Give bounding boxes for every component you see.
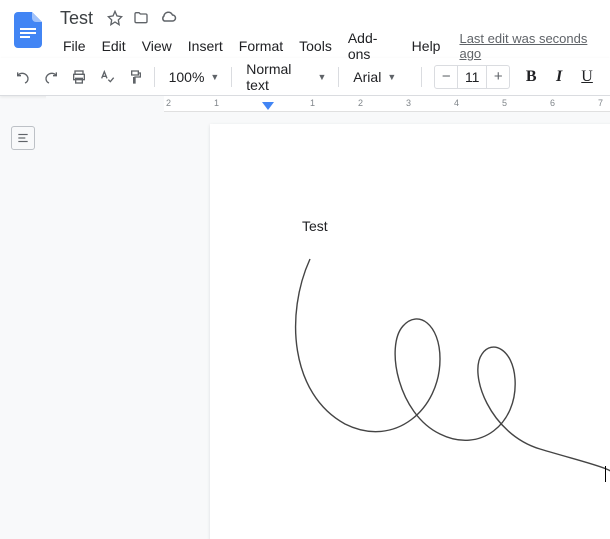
document-page[interactable]: Test [210, 124, 610, 539]
menu-help[interactable]: Help [405, 35, 448, 57]
chevron-down-icon: ▼ [387, 72, 396, 82]
toolbar-separator [421, 67, 422, 87]
menu-addons[interactable]: Add-ons [341, 27, 403, 65]
menu-view[interactable]: View [135, 35, 179, 57]
menu-tools[interactable]: Tools [292, 35, 339, 57]
toolbar: 100% ▼ Normal text ▼ Arial ▼ − + B I U [0, 58, 610, 96]
font-family-value: Arial [353, 69, 381, 85]
text-cursor [605, 466, 606, 482]
toolbar-separator [338, 67, 339, 87]
ruler-tick: 5 [502, 98, 507, 108]
paragraph-style-value: Normal text [246, 61, 311, 93]
docs-logo-icon[interactable] [10, 6, 46, 54]
font-size-increase-button[interactable]: + [487, 66, 509, 88]
bold-button[interactable]: B [518, 63, 544, 91]
menu-file[interactable]: File [56, 35, 93, 57]
italic-button[interactable]: I [546, 63, 572, 91]
drawing-scribble[interactable] [290, 254, 610, 494]
chevron-down-icon: ▼ [210, 72, 219, 82]
paint-format-button[interactable] [122, 63, 148, 91]
toolbar-separator [154, 67, 155, 87]
menu-insert[interactable]: Insert [181, 35, 230, 57]
ruler-tick: 2 [358, 98, 363, 108]
ruler-tick: 1 [310, 98, 315, 108]
ruler-tick: 4 [454, 98, 459, 108]
horizontal-ruler[interactable]: 21123456789 [164, 96, 610, 112]
ruler-tick: 7 [598, 98, 603, 108]
chevron-down-icon: ▼ [317, 72, 326, 82]
last-edit-link[interactable]: Last edit was seconds ago [459, 31, 600, 61]
font-family-select[interactable]: Arial ▼ [345, 64, 415, 90]
cloud-status-icon[interactable] [159, 9, 177, 27]
toolbar-separator [231, 67, 232, 87]
ruler-tick: 6 [550, 98, 555, 108]
menubar: File Edit View Insert Format Tools Add-o… [56, 34, 600, 58]
menu-format[interactable]: Format [232, 35, 290, 57]
print-button[interactable] [66, 63, 92, 91]
move-to-folder-icon[interactable] [133, 10, 149, 26]
underline-button[interactable]: U [574, 63, 600, 91]
document-outline-button[interactable] [11, 126, 35, 150]
ruler-indent-marker[interactable] [262, 102, 274, 112]
undo-button[interactable] [10, 63, 36, 91]
zoom-value: 100% [169, 69, 205, 85]
ruler-tick: 3 [406, 98, 411, 108]
zoom-select[interactable]: 100% ▼ [161, 64, 226, 90]
font-size-decrease-button[interactable]: − [435, 66, 457, 88]
document-title[interactable]: Test [56, 7, 97, 30]
menu-edit[interactable]: Edit [95, 35, 133, 57]
font-size-group: − + [434, 65, 510, 89]
ruler-tick: 1 [214, 98, 219, 108]
star-icon[interactable] [107, 10, 123, 26]
spellcheck-button[interactable] [94, 63, 120, 91]
paragraph-style-select[interactable]: Normal text ▼ [238, 64, 332, 90]
ruler-tick: 2 [166, 98, 171, 108]
redo-button[interactable] [38, 63, 64, 91]
font-size-input[interactable] [457, 66, 487, 88]
document-body-text[interactable]: Test [302, 218, 328, 234]
